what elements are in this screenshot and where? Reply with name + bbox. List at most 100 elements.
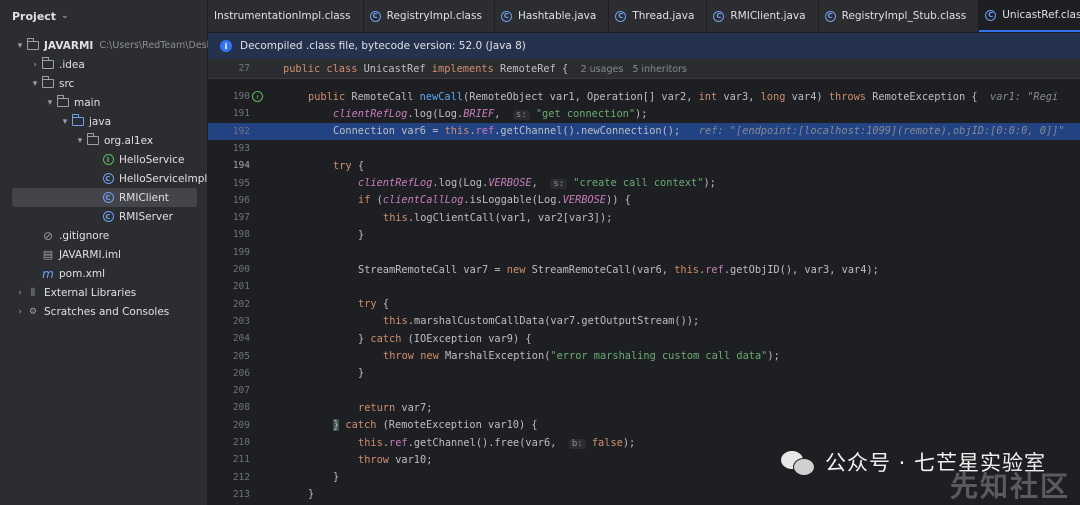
- expand-right-icon[interactable]: ›: [14, 288, 26, 298]
- tree-item[interactable]: ▾ java: [0, 112, 111, 131]
- folder-icon: [41, 76, 55, 90]
- project-title: Project: [12, 9, 57, 23]
- project-header[interactable]: Project ⌄: [0, 0, 207, 32]
- expand-down-icon[interactable]: ▾: [44, 98, 56, 108]
- editor-tab[interactable]: C RegistryImpl.class: [364, 0, 495, 32]
- line-number: 211: [232, 454, 250, 466]
- code-line[interactable]: 207: [208, 382, 1080, 399]
- code-text: throw var10;: [358, 453, 433, 466]
- tree-item-label: pom.xml: [59, 267, 106, 280]
- tree-item[interactable]: ▾ main: [0, 93, 100, 112]
- code-line[interactable]: 204} catch (IOException var9) {: [208, 330, 1080, 347]
- class-icon: C: [101, 211, 115, 223]
- override-marker-icon[interactable]: ↑: [252, 91, 263, 102]
- code-text: return var7;: [358, 401, 433, 414]
- editor-tab[interactable]: C RMIClient.java: [707, 0, 819, 32]
- tree-item[interactable]: ▤ JAVARMI.iml: [0, 245, 121, 264]
- tree-item[interactable]: › ⚙ Scratches and Consoles: [0, 302, 169, 321]
- code-line[interactable]: 203 this.marshalCustomCallData(var7.getOu…: [208, 313, 1080, 330]
- tree-item[interactable]: › .idea: [0, 55, 85, 74]
- expand-down-icon[interactable]: ▾: [14, 41, 26, 51]
- editor-tab[interactable]: InstrumentationImpl.class: [208, 0, 364, 32]
- tree-item-label: JAVARMI.iml: [59, 248, 121, 261]
- code-text: Connection var6 = this.ref.getChannel().…: [333, 125, 1065, 138]
- line-number: 197: [232, 212, 250, 224]
- code-line[interactable]: 209} catch (RemoteException var10) {: [208, 417, 1080, 434]
- tree-item[interactable]: C HelloServiceImpl: [0, 169, 207, 188]
- code-text: try {: [333, 159, 365, 172]
- tree-item[interactable]: m pom.xml: [0, 264, 105, 283]
- class-icon: C: [369, 10, 381, 22]
- editor-tab-label: RMIClient.java: [730, 10, 806, 22]
- tree-item-label: RMIClient: [119, 191, 169, 204]
- line-number: 192: [232, 125, 250, 137]
- folder-icon: [41, 57, 55, 71]
- code-line[interactable]: 205 throw new MarshalException("error mar…: [208, 348, 1080, 365]
- code-line[interactable]: 191 clientRefLog.log(Log.BRIEF, s: "get c…: [208, 105, 1080, 122]
- editor-tab[interactable]: C Thread.java: [609, 0, 708, 32]
- editor-tab-label: UnicastRef.class: [1002, 9, 1080, 21]
- code-line[interactable]: 192 Connection var6 = this.ref.getChannel…: [208, 122, 1080, 140]
- code-line[interactable]: 206}: [208, 365, 1080, 382]
- tree-item[interactable]: ⊘ .gitignore: [0, 226, 109, 245]
- code-line[interactable]: 199: [208, 244, 1080, 261]
- tree-item[interactable]: C RMIServer: [0, 207, 173, 226]
- expand-down-icon[interactable]: ▾: [29, 79, 41, 89]
- code-line[interactable]: 194 try {: [208, 157, 1080, 174]
- code-text: throw new MarshalException("error marsha…: [383, 350, 780, 362]
- line-number: 202: [232, 298, 250, 310]
- tree-item-label: RMIServer: [119, 210, 173, 223]
- tree-item-label: HelloServiceImpl: [119, 172, 208, 185]
- editor-tab-label: RegistryImpl_Stub.class: [841, 10, 967, 22]
- interface-icon: I: [101, 154, 115, 166]
- code-line[interactable]: 193: [208, 140, 1080, 157]
- code-line[interactable]: 200 StreamRemoteCall var7 = new StreamRem…: [208, 261, 1080, 278]
- code-text: clientRefLog.log(Log.VERBOSE, s: "create…: [358, 177, 716, 189]
- code-text: public class UnicastRef implements Remot…: [283, 62, 687, 75]
- expand-down-icon[interactable]: ▾: [59, 117, 71, 127]
- editor-tab-label: Hashtable.java: [517, 10, 597, 22]
- code-editor[interactable]: 27 public class UnicastRef implements Rem…: [208, 59, 1080, 505]
- chevron-down-icon[interactable]: ⌄: [61, 11, 69, 21]
- code-line[interactable]: 208 return var7;: [208, 399, 1080, 416]
- class-icon: C: [824, 10, 836, 22]
- expand-right-icon[interactable]: ›: [14, 307, 26, 317]
- expand-down-icon[interactable]: ▾: [74, 136, 86, 146]
- code-line[interactable]: 197 this.logClientCall(var1, var2[var3]);: [208, 209, 1080, 226]
- module-file-icon: ▤: [42, 248, 54, 261]
- code-text: public RemoteCall newCall(RemoteObject v…: [308, 90, 1059, 103]
- maven-icon: m: [42, 266, 54, 281]
- line-number: 206: [232, 367, 250, 379]
- sticky-header-line[interactable]: 27 public class UnicastRef implements Rem…: [208, 59, 1080, 79]
- line-number: 190: [232, 91, 250, 102]
- line-number: 195: [232, 177, 250, 189]
- tree-item-label: External Libraries: [44, 286, 137, 299]
- tree-item[interactable]: I HelloService: [0, 150, 184, 169]
- code-line[interactable]: 201: [208, 278, 1080, 295]
- line-number: 203: [232, 315, 250, 327]
- code-line[interactable]: 195 clientRefLog.log(Log.VERBOSE, s: "cre…: [208, 175, 1080, 192]
- folder-icon: [26, 38, 40, 52]
- code-line[interactable]: 190 ↑ public RemoteCall newCall(RemoteObje…: [208, 88, 1080, 105]
- editor-tab[interactable]: C RegistryImpl_Stub.class: [819, 0, 980, 32]
- tree-item[interactable]: ▾ src: [0, 74, 74, 93]
- expand-right-icon[interactable]: ›: [29, 60, 41, 70]
- class-icon: C: [101, 192, 115, 204]
- scratches-icon: ⚙: [28, 306, 38, 317]
- editor-tabs: InstrumentationImpl.class C RegistryImpl.c…: [208, 0, 1080, 33]
- code-line[interactable]: 202 try {: [208, 296, 1080, 313]
- tree-item[interactable]: › ⫼ External Libraries: [0, 283, 136, 302]
- editor-tab[interactable]: C Hashtable.java: [495, 0, 610, 32]
- code-text: clientRefLog.log(Log.BRIEF, s: "get conn…: [333, 107, 648, 120]
- code-text: }: [358, 228, 365, 241]
- tree-item[interactable]: ▾ JAVARMI C:\Users\RedTeam\Deskt: [0, 36, 216, 55]
- code-line[interactable]: 196 if (clientCallLog.isLoggable(Log.VERB…: [208, 192, 1080, 209]
- editor-tab-label: Thread.java: [632, 10, 695, 22]
- tree-item-label: src: [59, 77, 75, 90]
- editor-tab[interactable]: C UnicastRef.class: [979, 0, 1080, 32]
- class-icon: C: [101, 173, 115, 185]
- tree-item[interactable]: C RMIClient: [12, 188, 197, 207]
- code-line[interactable]: 198}: [208, 226, 1080, 243]
- info-icon: i: [220, 40, 232, 52]
- tree-item[interactable]: ▾ org.al1ex: [0, 131, 153, 150]
